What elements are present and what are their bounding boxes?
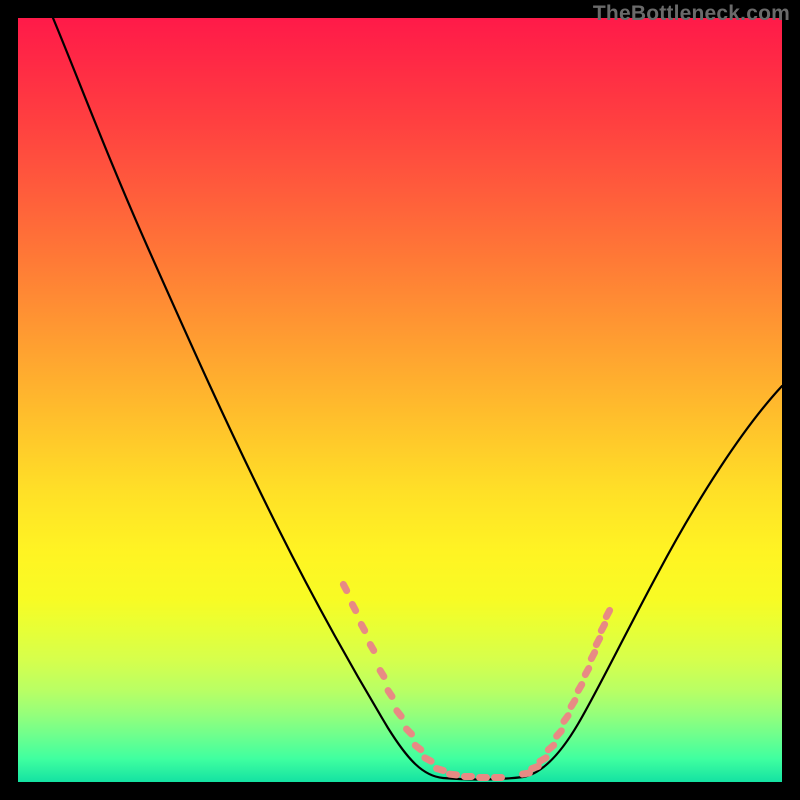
marker-dot (535, 753, 551, 766)
marker-dot (587, 648, 600, 664)
chart-frame: TheBottleneck.com (0, 0, 800, 800)
marker-dot (597, 620, 610, 636)
marker-dot (602, 606, 615, 622)
marker-dot (566, 696, 579, 712)
marker-dot (592, 634, 605, 650)
marker-dot (559, 711, 573, 726)
marker-dot (552, 726, 567, 741)
plot-area (18, 18, 782, 782)
marker-dot (581, 664, 594, 680)
marker-dot (543, 740, 558, 754)
watermark-text: TheBottleneck.com (593, 2, 790, 26)
marker-cluster-right (18, 18, 782, 782)
marker-dot (573, 680, 586, 696)
